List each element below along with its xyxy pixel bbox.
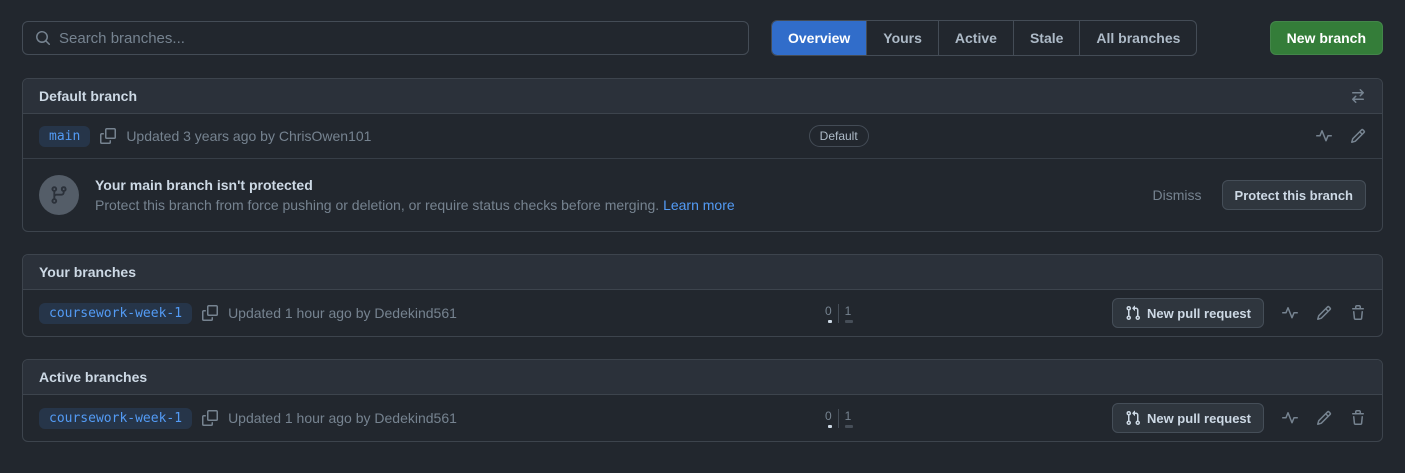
new-pull-request-button[interactable]: New pull request <box>1112 298 1264 328</box>
default-branch-header: Default branch <box>23 79 1382 114</box>
branch-protection-banner: Your main branch isn't protected Protect… <box>23 158 1382 231</box>
protect-this-branch-button[interactable]: Protect this branch <box>1222 180 1366 210</box>
tab-active[interactable]: Active <box>938 21 1013 55</box>
section-title: Your branches <box>39 264 136 280</box>
branch-row-coursework-week-1: coursework-week-1 Updated 1 hour ago by … <box>23 290 1382 336</box>
delete-branch-icon[interactable] <box>1350 305 1366 321</box>
default-badge: Default <box>809 125 869 147</box>
new-branch-button[interactable]: New branch <box>1270 21 1383 55</box>
ahead-behind-widget: 0 1 <box>809 304 869 323</box>
branches-toolbar: Overview Yours Active Stale All branches… <box>22 20 1383 56</box>
search-branches-input[interactable] <box>59 30 736 47</box>
learn-more-link[interactable]: Learn more <box>663 197 735 213</box>
branch-row-main: main Updated 3 years ago by ChrisOwen101… <box>23 114 1382 158</box>
git-branch-icon <box>39 175 79 215</box>
rename-branch-icon[interactable] <box>1316 305 1332 321</box>
ahead-count: 1 <box>845 409 852 423</box>
rename-branch-icon[interactable] <box>1350 128 1366 144</box>
behind-count: 0 <box>825 304 832 318</box>
branch-updated-meta: Updated 3 years ago by ChrisOwen101 <box>126 128 371 144</box>
activity-icon[interactable] <box>1282 305 1298 321</box>
tab-yours[interactable]: Yours <box>866 21 938 55</box>
copy-branch-name-icon[interactable] <box>100 128 116 144</box>
dismiss-button[interactable]: Dismiss <box>1153 187 1202 203</box>
ahead-count: 1 <box>845 304 852 318</box>
ahead-bar <box>845 320 853 323</box>
section-title: Default branch <box>39 88 137 104</box>
new-pull-request-button[interactable]: New pull request <box>1112 403 1264 433</box>
your-branches-header: Your branches <box>23 255 1382 290</box>
active-branches-header: Active branches <box>23 360 1382 395</box>
new-pull-request-label: New pull request <box>1147 306 1251 321</box>
behind-bar <box>828 425 832 428</box>
branch-link[interactable]: coursework-week-1 <box>39 408 192 429</box>
delete-branch-icon[interactable] <box>1350 410 1366 426</box>
section-title: Active branches <box>39 369 147 385</box>
ahead-behind-widget: 0 1 <box>809 409 869 428</box>
protection-banner-description: Protect this branch from force pushing o… <box>95 197 735 213</box>
search-icon <box>35 30 51 46</box>
branch-row-coursework-week-1: coursework-week-1 Updated 1 hour ago by … <box>23 395 1382 441</box>
ahead-bar <box>845 425 853 428</box>
tab-all-branches[interactable]: All branches <box>1079 21 1196 55</box>
your-branches-card: Your branches coursework-week-1 Updated … <box>22 254 1383 337</box>
default-branch-card: Default branch main Updated 3 years ago … <box>22 78 1383 232</box>
rename-branch-icon[interactable] <box>1316 410 1332 426</box>
activity-icon[interactable] <box>1316 128 1332 144</box>
branch-updated-meta: Updated 1 hour ago by Dedekind561 <box>228 305 457 321</box>
search-branches-box[interactable] <box>22 21 749 55</box>
git-pull-request-icon <box>1125 305 1141 321</box>
tab-overview[interactable]: Overview <box>772 21 866 55</box>
new-pull-request-label: New pull request <box>1147 411 1251 426</box>
copy-branch-name-icon[interactable] <box>202 305 218 321</box>
behind-count: 0 <box>825 409 832 423</box>
behind-bar <box>828 320 832 323</box>
protection-banner-title: Your main branch isn't protected <box>95 177 735 193</box>
protection-banner-description-text: Protect this branch from force pushing o… <box>95 197 659 213</box>
branch-link[interactable]: main <box>39 126 90 147</box>
branch-link[interactable]: coursework-week-1 <box>39 303 192 324</box>
tab-stale[interactable]: Stale <box>1013 21 1079 55</box>
activity-icon[interactable] <box>1282 410 1298 426</box>
copy-branch-name-icon[interactable] <box>202 410 218 426</box>
branch-filter-tabs: Overview Yours Active Stale All branches <box>771 20 1197 56</box>
git-pull-request-icon <box>1125 410 1141 426</box>
branch-updated-meta: Updated 1 hour ago by Dedekind561 <box>228 410 457 426</box>
active-branches-card: Active branches coursework-week-1 Update… <box>22 359 1383 442</box>
change-default-branch-icon[interactable] <box>1350 88 1366 104</box>
